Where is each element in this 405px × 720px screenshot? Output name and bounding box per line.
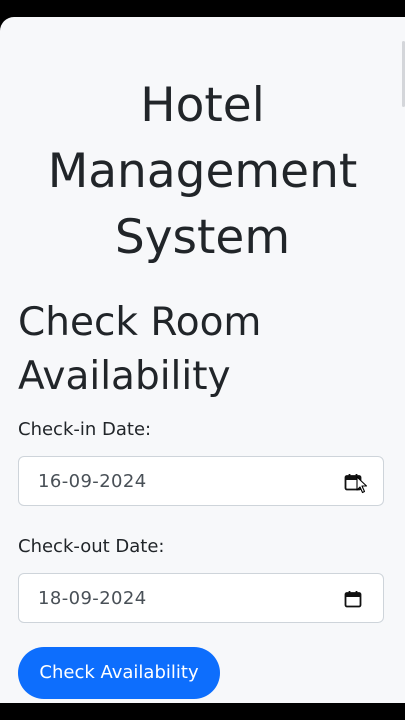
checkin-date-label: Check-in Date: <box>18 419 152 440</box>
mouse-cursor-icon <box>356 476 368 494</box>
checkout-date-value: 18-09-2024 <box>38 588 147 609</box>
bottom-bar <box>0 703 405 720</box>
status-bar <box>0 0 405 17</box>
app-title: Hotel Management System <box>47 78 358 265</box>
checkout-date-label: Check-out Date: <box>18 536 165 557</box>
checkin-date-value: 16-09-2024 <box>38 471 147 492</box>
checkin-date-input[interactable]: 16-09-2024 <box>18 456 384 506</box>
check-availability-button[interactable]: Check Availability <box>18 647 220 699</box>
checkout-date-input[interactable]: 18-09-2024 <box>18 573 384 623</box>
page-viewport: Hotel Management System Check Room Avail… <box>0 17 405 703</box>
calendar-icon[interactable] <box>343 589 363 609</box>
section-title: Check Room Availability <box>18 300 262 399</box>
